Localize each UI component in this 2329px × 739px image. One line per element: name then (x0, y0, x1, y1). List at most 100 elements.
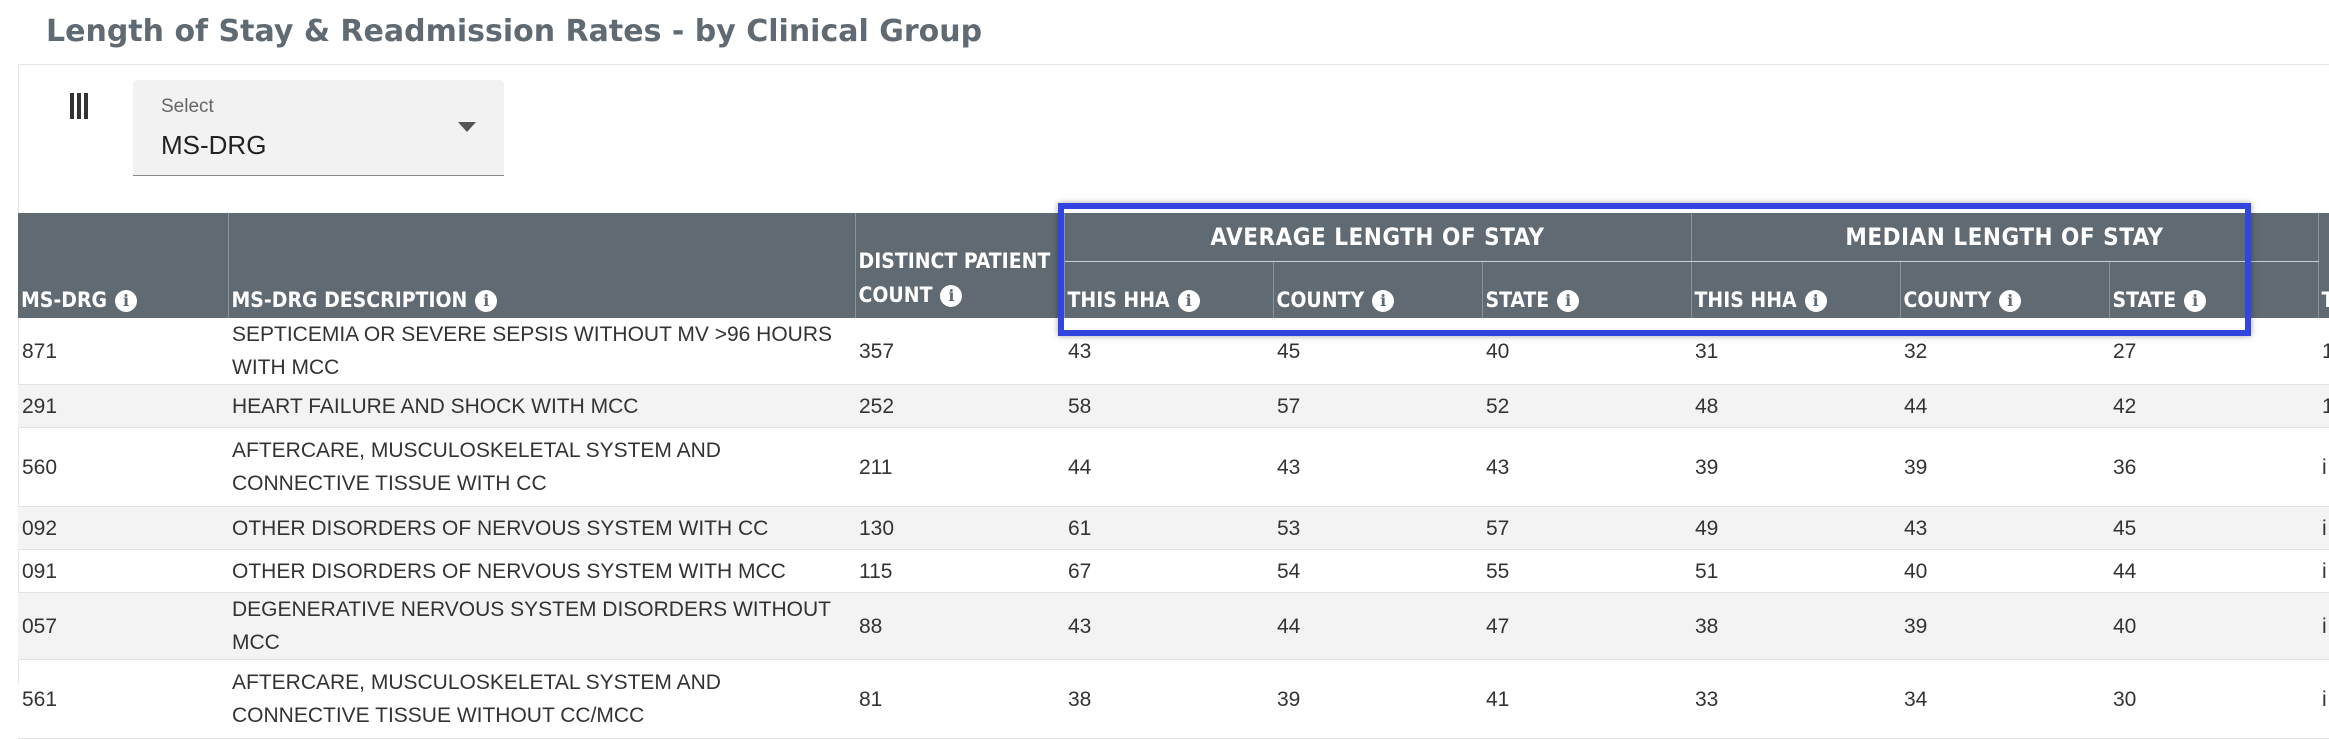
cell-med-state: 27 (2113, 339, 2137, 363)
select-label: Select (161, 96, 214, 117)
table-row[interactable]: 091 OTHER DISORDERS OF NERVOUS SYSTEM WIT… (18, 550, 2329, 593)
cell-avg-county: 53 (1273, 506, 1482, 550)
cell-avg-state: 47 (1482, 592, 1691, 660)
col-header-count[interactable]: DISTINCT PATIENT COUNT i (855, 213, 1065, 318)
info-icon[interactable]: i (1557, 290, 1580, 312)
col-header-description[interactable]: MS-DRG DESCRIPTION i (228, 213, 856, 318)
cell-desc: SEPTICEMIA OR SEVERE SEPSIS WITHOUT MV >… (232, 323, 832, 379)
cell-med-county: 32 (1904, 339, 1928, 363)
cell-avg-hha: 58 (1064, 384, 1273, 428)
cell-avg-county: 39 (1277, 687, 1301, 711)
cell-desc: AFTERCARE, MUSCULOSKELETAL SYSTEM AND CO… (232, 439, 721, 495)
cell-drg: 291 (18, 384, 228, 428)
cell-med-county: 39 (1904, 455, 1928, 479)
info-icon[interactable]: i (1372, 290, 1395, 312)
cell-drg: 092 (18, 506, 228, 550)
cell-med-hha: 38 (1691, 592, 1900, 660)
cell-med-state: 40 (2109, 592, 2319, 660)
info-icon[interactable]: i (1804, 290, 1827, 312)
table-row[interactable]: 560 AFTERCARE, MUSCULOSKELETAL SYSTEM AND… (18, 428, 2329, 507)
cell-drg: 560 (22, 455, 58, 479)
cell-avg-county: 54 (1277, 559, 1301, 583)
col-header-avg-this-hha[interactable]: THIS HHA i (1064, 261, 1274, 318)
group-select[interactable]: Select MS-DRG (133, 80, 504, 176)
cell-extra: i (2318, 506, 2329, 550)
table-row[interactable]: 092 OTHER DISORDERS OF NERVOUS SYSTEM WIT… (18, 506, 2329, 550)
col-header-msdrg[interactable]: MS-DRG i (18, 213, 229, 318)
table-row[interactable]: 057 DEGENERATIVE NERVOUS SYSTEM DISORDERS… (18, 592, 2329, 660)
cell-drg: 057 (18, 592, 228, 660)
column-view-icon[interactable] (70, 93, 88, 119)
cell-med-state: 45 (2109, 506, 2319, 550)
cell-med-state: 42 (2109, 384, 2319, 428)
cell-extra: i (2322, 687, 2327, 711)
cell-count: 211 (859, 455, 893, 479)
cell-desc: AFTERCARE, MUSCULOSKELETAL SYSTEM AND CO… (232, 671, 721, 727)
table-row[interactable]: 871 SEPTICEMIA OR SEVERE SEPSIS WITHOUT M… (18, 318, 2329, 385)
info-icon[interactable]: i (940, 285, 963, 307)
group-header-average-los: AVERAGE LENGTH OF STAY (1064, 213, 1692, 262)
cell-avg-county: 45 (1277, 339, 1301, 363)
info-icon[interactable]: i (1177, 290, 1200, 312)
cell-count: 115 (859, 559, 893, 583)
col-header-avg-state[interactable]: STATE i (1482, 261, 1692, 318)
cell-count: 130 (855, 506, 1064, 550)
cell-desc: OTHER DISORDERS OF NERVOUS SYSTEM WITH M… (232, 559, 786, 583)
cell-med-county: 44 (1900, 384, 2109, 428)
cell-count: 81 (859, 687, 883, 711)
cell-avg-hha: 61 (1064, 506, 1273, 550)
cell-med-state: 30 (2113, 687, 2137, 711)
cell-med-state: 44 (2113, 559, 2137, 583)
cell-avg-state: 43 (1486, 455, 1510, 479)
cell-avg-hha: 43 (1064, 592, 1273, 660)
cell-avg-hha: 44 (1068, 455, 1092, 479)
cell-drg: 091 (22, 559, 58, 583)
cell-count: 88 (855, 592, 1064, 660)
cell-avg-state: 55 (1486, 559, 1510, 583)
cell-extra: 1 (2318, 384, 2329, 428)
cell-avg-hha: 38 (1068, 687, 1092, 711)
cell-med-county: 34 (1904, 687, 1928, 711)
cell-extra: i (2322, 559, 2327, 583)
info-icon[interactable]: i (2184, 290, 2207, 312)
cell-extra: i (2322, 455, 2327, 479)
cell-med-hha: 39 (1695, 455, 1719, 479)
cell-drg: 561 (22, 687, 58, 711)
cell-med-county: 43 (1900, 506, 2109, 550)
cell-med-hha: 31 (1695, 339, 1719, 363)
cell-desc: OTHER DISORDERS OF NERVOUS SYSTEM WITH C… (228, 506, 855, 550)
chevron-down-icon[interactable] (458, 122, 476, 132)
table-row[interactable]: 291 HEART FAILURE AND SHOCK WITH MCC 252 58… (18, 384, 2329, 428)
cell-avg-county: 44 (1273, 592, 1482, 660)
cell-avg-state: 52 (1482, 384, 1691, 428)
info-icon[interactable]: i (115, 290, 137, 312)
cell-avg-state: 57 (1482, 506, 1691, 550)
cell-med-county: 39 (1900, 592, 2109, 660)
col-header-median-county[interactable]: COUNTY i (1900, 261, 2110, 318)
cell-avg-state: 41 (1486, 687, 1510, 711)
cell-med-hha: 51 (1695, 559, 1719, 583)
cell-extra: 1 (2322, 339, 2329, 363)
group-header-median-los: MEDIAN LENGTH OF STAY (1691, 213, 2319, 262)
cell-med-state: 36 (2113, 455, 2137, 479)
cell-med-county: 40 (1904, 559, 1928, 583)
info-icon[interactable]: i (1999, 290, 2022, 312)
table-row[interactable]: 561 AFTERCARE, MUSCULOSKELETAL SYSTEM AND… (18, 660, 2329, 739)
cell-med-hha: 48 (1691, 384, 1900, 428)
col-header-median-state[interactable]: STATE i (2109, 261, 2319, 318)
col-header-avg-county[interactable]: COUNTY i (1273, 261, 1483, 318)
cell-avg-county: 43 (1277, 455, 1301, 479)
col-header-cutoff: T (2318, 213, 2329, 318)
los-readmission-table: MS-DRG i MS-DRG DESCRIPTION i DISTINCT PAT… (18, 213, 2329, 739)
col-header-median-this-hha[interactable]: THIS HHA i (1691, 261, 1901, 318)
cell-count: 357 (859, 339, 895, 363)
cell-desc: HEART FAILURE AND SHOCK WITH MCC (228, 384, 855, 428)
cell-avg-hha: 67 (1068, 559, 1092, 583)
cell-avg-county: 57 (1273, 384, 1482, 428)
cell-med-hha: 49 (1691, 506, 1900, 550)
info-icon[interactable]: i (475, 290, 498, 312)
select-value: MS-DRG (161, 130, 267, 160)
cell-avg-state: 40 (1486, 339, 1510, 363)
cell-med-hha: 33 (1695, 687, 1719, 711)
cell-extra: i (2318, 592, 2329, 660)
